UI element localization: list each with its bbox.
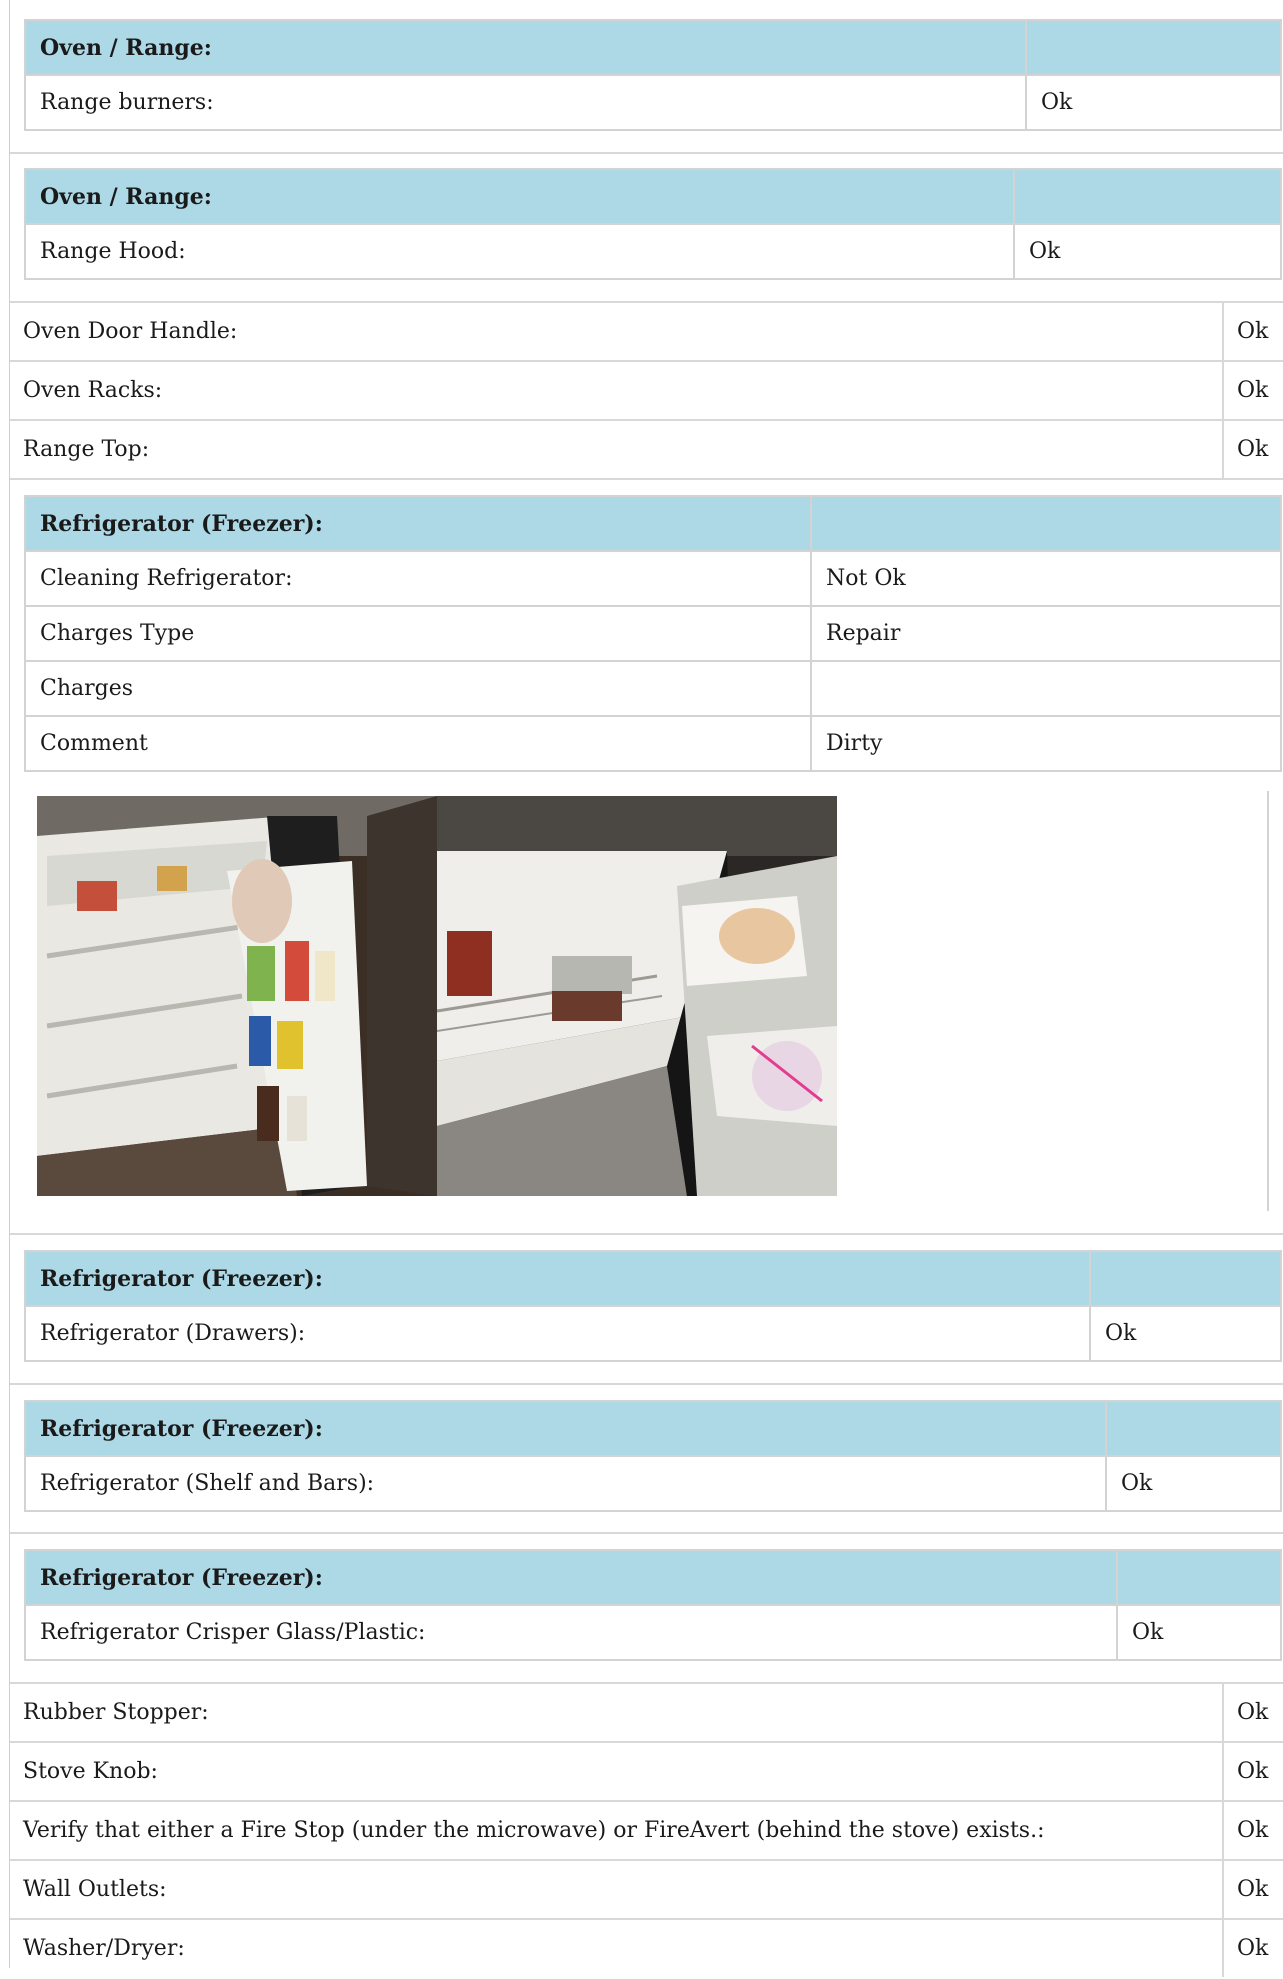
table-header: Refrigerator (Freezer): bbox=[24, 495, 1282, 552]
column-divider bbox=[1222, 421, 1224, 478]
table-row: Refrigerator (Shelf and Bars): Ok bbox=[24, 1455, 1282, 1512]
refrigerator-photo[interactable] bbox=[37, 796, 437, 1196]
column-divider bbox=[1222, 1861, 1224, 1918]
item-label: Wall Outlets: bbox=[23, 1877, 167, 1902]
item-value: Not Ok bbox=[810, 550, 1282, 607]
item-value: Repair bbox=[810, 605, 1282, 662]
inspection-report: Oven / Range: Range burners: Ok Oven / R… bbox=[9, 0, 1283, 1977]
table-row: Range Top: Ok bbox=[10, 421, 1283, 480]
table-row: Wall Outlets: Ok bbox=[10, 1861, 1283, 1920]
table-row: Washer/Dryer: Ok bbox=[10, 1920, 1283, 1979]
item-label: Charges Type bbox=[24, 605, 812, 662]
table-header: Oven / Range: bbox=[24, 168, 1282, 225]
section-refrigerator-cleaning: Refrigerator (Freezer): Cleaning Refrige… bbox=[10, 480, 1283, 1235]
photo-gallery bbox=[37, 796, 837, 1196]
item-value: Ok bbox=[1237, 378, 1269, 403]
section-heading: Oven / Range: bbox=[24, 168, 1015, 225]
column-divider bbox=[1222, 1920, 1224, 1977]
item-label: Refrigerator Crisper Glass/Plastic: bbox=[24, 1604, 1118, 1661]
item-value: Ok bbox=[1237, 1818, 1269, 1843]
table-row: Rubber Stopper: Ok bbox=[10, 1684, 1283, 1743]
section-refrigerator-drawers: Refrigerator (Freezer): Refrigerator (Dr… bbox=[10, 1235, 1283, 1385]
refrigerator-table: Refrigerator (Freezer): Cleaning Refrige… bbox=[24, 495, 1282, 772]
table-header: Refrigerator (Freezer): bbox=[24, 1400, 1282, 1457]
item-label: Cleaning Refrigerator: bbox=[24, 550, 812, 607]
item-label: Refrigerator (Shelf and Bars): bbox=[24, 1455, 1107, 1512]
table-row: Stove Knob: Ok bbox=[10, 1743, 1283, 1802]
item-label: Rubber Stopper: bbox=[23, 1700, 209, 1725]
table-row: Oven Racks: Ok bbox=[10, 362, 1283, 421]
table-row: Range burners: Ok bbox=[24, 74, 1282, 131]
column-divider bbox=[1222, 1743, 1224, 1800]
table-row: Refrigerator (Drawers): Ok bbox=[24, 1305, 1282, 1362]
table-row: Refrigerator Crisper Glass/Plastic: Ok bbox=[24, 1604, 1282, 1661]
column-divider bbox=[1222, 362, 1224, 419]
item-label: Refrigerator (Drawers): bbox=[24, 1305, 1091, 1362]
refrigerator-table: Refrigerator (Freezer): Refrigerator (Sh… bbox=[24, 1400, 1282, 1512]
item-value: Dirty bbox=[810, 715, 1282, 772]
section-heading: Refrigerator (Freezer): bbox=[24, 1250, 1091, 1307]
table-row: Charges Type Repair bbox=[24, 605, 1282, 662]
item-value: Ok bbox=[1013, 223, 1282, 280]
refrigerator-table: Refrigerator (Freezer): Refrigerator Cri… bbox=[24, 1549, 1282, 1661]
cell-border bbox=[1267, 791, 1269, 1211]
oven-range-table: Oven / Range: Range Hood: Ok bbox=[24, 168, 1282, 280]
table-row: Verify that either a Fire Stop (under th… bbox=[10, 1802, 1283, 1861]
item-label: Oven Racks: bbox=[23, 378, 163, 403]
column-divider bbox=[1222, 303, 1224, 360]
item-label: Oven Door Handle: bbox=[23, 319, 238, 344]
section-oven-range-burners: Oven / Range: Range burners: Ok bbox=[10, 0, 1283, 154]
section-heading: Refrigerator (Freezer): bbox=[24, 1549, 1118, 1606]
header-empty-cell bbox=[1025, 19, 1282, 76]
table-row: Oven Door Handle: Ok bbox=[10, 303, 1283, 362]
header-empty-cell bbox=[1089, 1250, 1282, 1307]
section-oven-range-hood: Oven / Range: Range Hood: Ok bbox=[10, 154, 1283, 303]
item-label: Range Top: bbox=[23, 437, 150, 462]
item-label: Stove Knob: bbox=[23, 1759, 158, 1784]
item-value: Ok bbox=[1089, 1305, 1282, 1362]
table-row: Range Hood: Ok bbox=[24, 223, 1282, 280]
item-value: Ok bbox=[1237, 1700, 1269, 1725]
item-label: Range Hood: bbox=[24, 223, 1015, 280]
refrigerator-table: Refrigerator (Freezer): Refrigerator (Dr… bbox=[24, 1250, 1282, 1362]
item-label: Charges bbox=[24, 660, 812, 717]
section-refrigerator-shelf: Refrigerator (Freezer): Refrigerator (Sh… bbox=[10, 1385, 1283, 1534]
table-row: Comment Dirty bbox=[24, 715, 1282, 772]
item-label: Range burners: bbox=[24, 74, 1027, 131]
item-value: Ok bbox=[1237, 319, 1269, 344]
freezer-photo[interactable] bbox=[437, 796, 837, 1196]
header-empty-cell bbox=[1116, 1549, 1282, 1606]
item-label: Comment bbox=[24, 715, 812, 772]
column-divider bbox=[1222, 1684, 1224, 1741]
item-value bbox=[810, 660, 1282, 717]
table-header: Refrigerator (Freezer): bbox=[24, 1549, 1282, 1606]
table-header: Oven / Range: bbox=[24, 19, 1282, 76]
item-value: Ok bbox=[1237, 1877, 1269, 1902]
item-value: Ok bbox=[1116, 1604, 1282, 1661]
item-label: Washer/Dryer: bbox=[23, 1936, 185, 1961]
section-heading: Refrigerator (Freezer): bbox=[24, 495, 812, 552]
table-header: Refrigerator (Freezer): bbox=[24, 1250, 1282, 1307]
header-empty-cell bbox=[1013, 168, 1282, 225]
header-empty-cell bbox=[810, 495, 1282, 552]
section-heading: Oven / Range: bbox=[24, 19, 1027, 76]
oven-range-table: Oven / Range: Range burners: Ok bbox=[24, 19, 1282, 131]
item-value: Ok bbox=[1237, 1759, 1269, 1784]
item-value: Ok bbox=[1025, 74, 1282, 131]
item-value: Ok bbox=[1237, 1936, 1269, 1961]
item-label: Verify that either a Fire Stop (under th… bbox=[23, 1818, 1045, 1843]
item-value: Ok bbox=[1237, 437, 1269, 462]
header-empty-cell bbox=[1105, 1400, 1282, 1457]
column-divider bbox=[1222, 1802, 1224, 1859]
table-row: Cleaning Refrigerator: Not Ok bbox=[24, 550, 1282, 607]
section-heading: Refrigerator (Freezer): bbox=[24, 1400, 1107, 1457]
table-row: Charges bbox=[24, 660, 1282, 717]
section-refrigerator-crisper: Refrigerator (Freezer): Refrigerator Cri… bbox=[10, 1534, 1283, 1684]
item-value: Ok bbox=[1105, 1455, 1282, 1512]
